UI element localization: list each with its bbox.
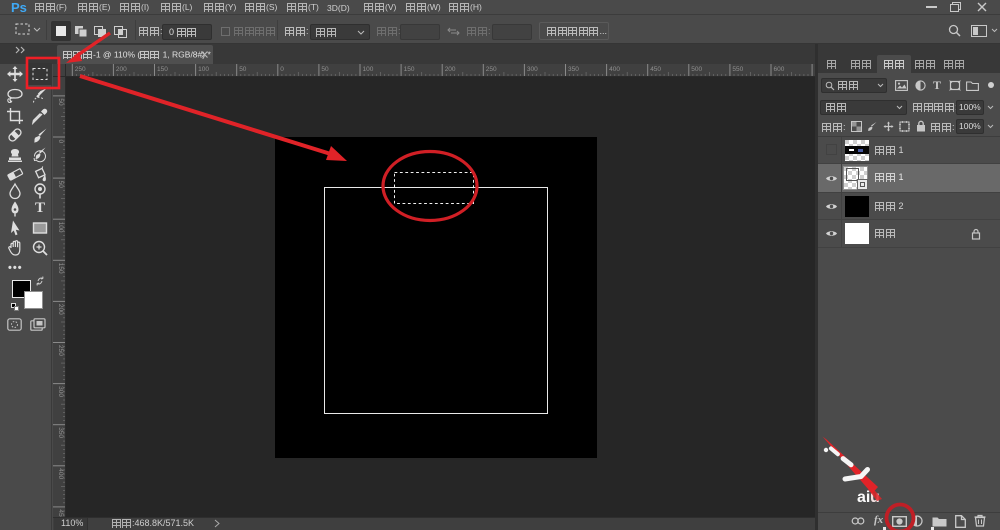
svg-text:0: 0 <box>280 66 284 73</box>
svg-text:150: 150 <box>404 66 415 73</box>
svg-text:250: 250 <box>57 345 64 356</box>
svg-text:600: 600 <box>774 66 785 73</box>
svg-text:200: 200 <box>116 66 127 73</box>
svg-text:50: 50 <box>57 98 64 106</box>
svg-text:250: 250 <box>75 66 86 73</box>
svg-text:100: 100 <box>57 222 64 233</box>
svg-text:400: 400 <box>609 66 620 73</box>
svg-text:150: 150 <box>157 66 168 73</box>
svg-text:50: 50 <box>321 66 329 73</box>
svg-text:300: 300 <box>527 66 538 73</box>
svg-text:500: 500 <box>691 66 702 73</box>
svg-text:200: 200 <box>445 66 456 73</box>
svg-text:300: 300 <box>57 386 64 397</box>
svg-text:350: 350 <box>568 66 579 73</box>
svg-text:350: 350 <box>57 427 64 438</box>
svg-text:450: 450 <box>650 66 661 73</box>
svg-text:400: 400 <box>57 468 64 479</box>
svg-text:150: 150 <box>57 263 64 274</box>
svg-text:100: 100 <box>198 66 209 73</box>
svg-text:50: 50 <box>239 66 247 73</box>
svg-text:200: 200 <box>57 304 64 315</box>
svg-text:250: 250 <box>486 66 497 73</box>
svg-text:450: 450 <box>57 509 64 517</box>
svg-text:50: 50 <box>57 181 64 189</box>
svg-text:0: 0 <box>57 140 64 144</box>
svg-text:550: 550 <box>732 66 743 73</box>
svg-text:100: 100 <box>363 66 374 73</box>
